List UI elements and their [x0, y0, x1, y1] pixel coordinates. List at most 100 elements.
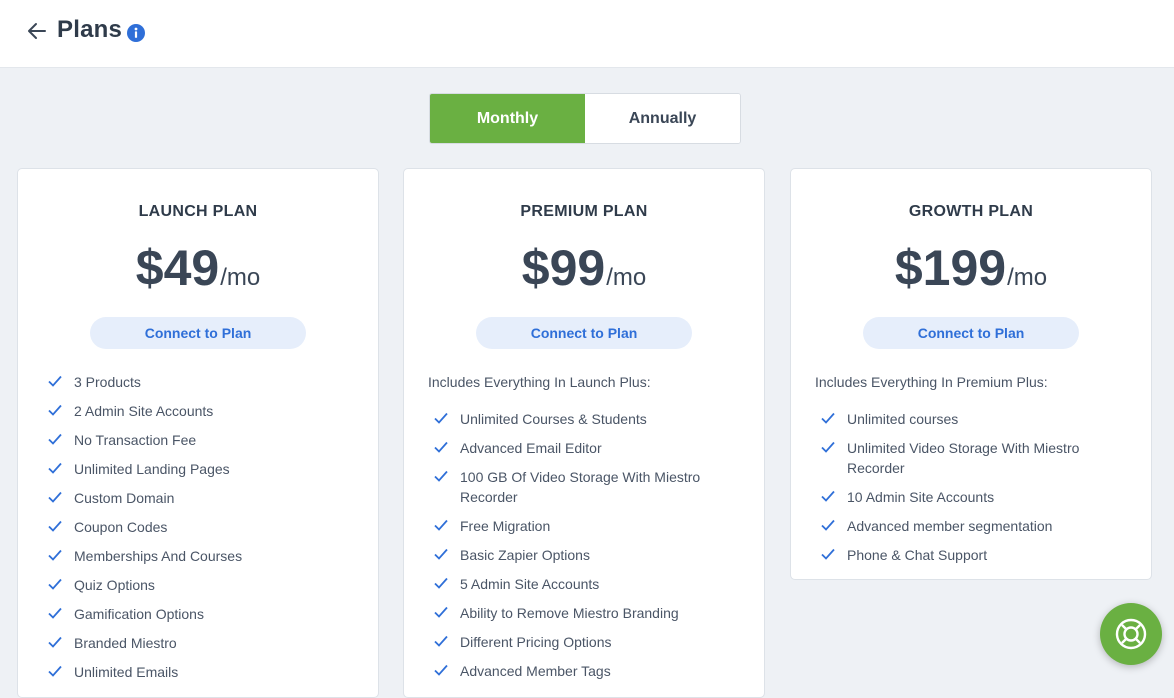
- feature-item: 10 Admin Site Accounts: [821, 487, 1131, 507]
- check-icon: [48, 433, 62, 445]
- feature-item: Custom Domain: [48, 488, 358, 508]
- check-icon: [48, 636, 62, 648]
- lifebuoy-icon: [1115, 618, 1147, 650]
- check-icon: [434, 441, 448, 453]
- check-icon: [48, 607, 62, 619]
- feature-item: Unlimited Landing Pages: [48, 459, 358, 479]
- plan-name: LAUNCH PLAN: [138, 203, 258, 220]
- feature-label: Different Pricing Options: [460, 634, 612, 650]
- feature-label: Unlimited Emails: [74, 664, 179, 680]
- feature-item: 2 Admin Site Accounts: [48, 401, 358, 421]
- feature-label: Free Migration: [460, 518, 551, 534]
- support-chat-button[interactable]: [1100, 603, 1162, 665]
- billing-period-toggle: Monthly Annually: [429, 93, 741, 144]
- check-icon: [48, 491, 62, 503]
- check-icon: [821, 412, 835, 424]
- check-icon: [48, 404, 62, 416]
- plan-price: $49 /mo: [18, 239, 378, 297]
- feature-item: Advanced Email Editor: [434, 438, 744, 458]
- monthly-toggle-button[interactable]: Monthly: [430, 94, 585, 143]
- feature-label: Ability to Remove Miestro Branding: [460, 605, 679, 621]
- price-amount: $199: [894, 240, 1007, 296]
- feature-label: 5 Admin Site Accounts: [460, 576, 600, 592]
- feature-item: No Transaction Fee: [48, 430, 358, 450]
- plan-name: GROWTH PLAN: [908, 203, 1034, 220]
- check-icon: [48, 578, 62, 590]
- annually-toggle-button[interactable]: Annually: [585, 94, 740, 143]
- check-icon: [434, 635, 448, 647]
- feature-label: 2 Admin Site Accounts: [74, 403, 214, 419]
- connect-to-plan-button[interactable]: Connect to Plan: [863, 317, 1079, 349]
- feature-item: Ability to Remove Miestro Branding: [434, 603, 744, 623]
- plan-card-premium: PREMIUM PLAN $99 /mo Connect to Plan Inc…: [403, 168, 765, 698]
- check-icon: [434, 548, 448, 560]
- page-title: Plans: [57, 16, 123, 43]
- check-icon: [821, 441, 835, 453]
- check-icon: [48, 462, 62, 474]
- check-icon: [434, 577, 448, 589]
- feature-label: Unlimited Video Storage With Miestro Rec…: [847, 440, 1080, 476]
- feature-label: Unlimited courses: [847, 411, 959, 427]
- check-icon: [434, 606, 448, 618]
- connect-to-plan-button[interactable]: Connect to Plan: [90, 317, 306, 349]
- feature-label: Memberships And Courses: [74, 548, 243, 564]
- feature-item: Unlimited courses: [821, 409, 1131, 429]
- feature-list: Unlimited Courses & Students Advanced Em…: [434, 409, 744, 690]
- check-icon: [48, 520, 62, 532]
- feature-label: Advanced member segmentation: [847, 518, 1053, 534]
- check-icon: [434, 412, 448, 424]
- feature-item: Unlimited Video Storage With Miestro Rec…: [821, 438, 1131, 478]
- feature-label: Unlimited Courses & Students: [460, 411, 647, 427]
- price-amount: $49: [135, 240, 220, 296]
- check-icon: [821, 519, 835, 531]
- feature-label: Advanced Email Editor: [460, 440, 602, 456]
- feature-label: Custom Domain: [74, 490, 175, 506]
- feature-label: Basic Zapier Options: [460, 547, 590, 563]
- plan-price: $199 /mo: [791, 239, 1151, 297]
- plan-name: PREMIUM PLAN: [520, 203, 648, 220]
- feature-label: Unlimited Landing Pages: [74, 461, 230, 477]
- check-icon: [821, 490, 835, 502]
- feature-item: Phone & Chat Support: [821, 545, 1131, 565]
- check-icon: [434, 664, 448, 676]
- feature-item: 3 Products: [48, 372, 358, 392]
- check-icon: [434, 470, 448, 482]
- feature-item: Basic Zapier Options: [434, 545, 744, 565]
- connect-to-plan-button[interactable]: Connect to Plan: [476, 317, 692, 349]
- arrow-left-icon[interactable]: [25, 19, 49, 43]
- feature-label: No Transaction Fee: [74, 432, 197, 448]
- feature-label: Phone & Chat Support: [847, 547, 988, 563]
- feature-list: Unlimited courses Unlimited Video Storag…: [821, 409, 1131, 574]
- plan-card-launch: LAUNCH PLAN $49 /mo Connect to Plan 3 Pr…: [17, 168, 379, 698]
- price-period: /mo: [606, 264, 647, 291]
- info-icon[interactable]: [127, 24, 145, 42]
- feature-label: Coupon Codes: [74, 519, 168, 535]
- feature-item: Advanced member segmentation: [821, 516, 1131, 536]
- feature-label: Quiz Options: [74, 577, 155, 593]
- feature-list: 3 Products 2 Admin Site Accounts No Tran…: [48, 372, 358, 691]
- plan-price: $99 /mo: [404, 239, 764, 297]
- check-icon: [48, 549, 62, 561]
- check-icon: [48, 665, 62, 677]
- feature-item: Advanced Member Tags: [434, 661, 744, 681]
- feature-item: Unlimited Emails: [48, 662, 358, 682]
- price-period: /mo: [1007, 264, 1048, 291]
- plan-intro: Includes Everything In Premium Plus:: [815, 374, 1048, 390]
- plan-card-growth: GROWTH PLAN $199 /mo Connect to Plan Inc…: [790, 168, 1152, 580]
- feature-item: Coupon Codes: [48, 517, 358, 537]
- feature-label: 3 Products: [74, 374, 141, 390]
- feature-label: Gamification Options: [74, 606, 204, 622]
- feature-item: Different Pricing Options: [434, 632, 744, 652]
- check-icon: [434, 519, 448, 531]
- feature-item: Memberships And Courses: [48, 546, 358, 566]
- feature-label: Branded Miestro: [74, 635, 177, 651]
- feature-label: 10 Admin Site Accounts: [847, 489, 995, 505]
- price-period: /mo: [220, 264, 261, 291]
- check-icon: [821, 548, 835, 560]
- feature-item: Branded Miestro: [48, 633, 358, 653]
- feature-label: 100 GB Of Video Storage With Miestro Rec…: [460, 469, 701, 505]
- feature-item: Quiz Options: [48, 575, 358, 595]
- feature-item: Free Migration: [434, 516, 744, 536]
- feature-item: Gamification Options: [48, 604, 358, 624]
- plan-intro: Includes Everything In Launch Plus:: [428, 374, 651, 390]
